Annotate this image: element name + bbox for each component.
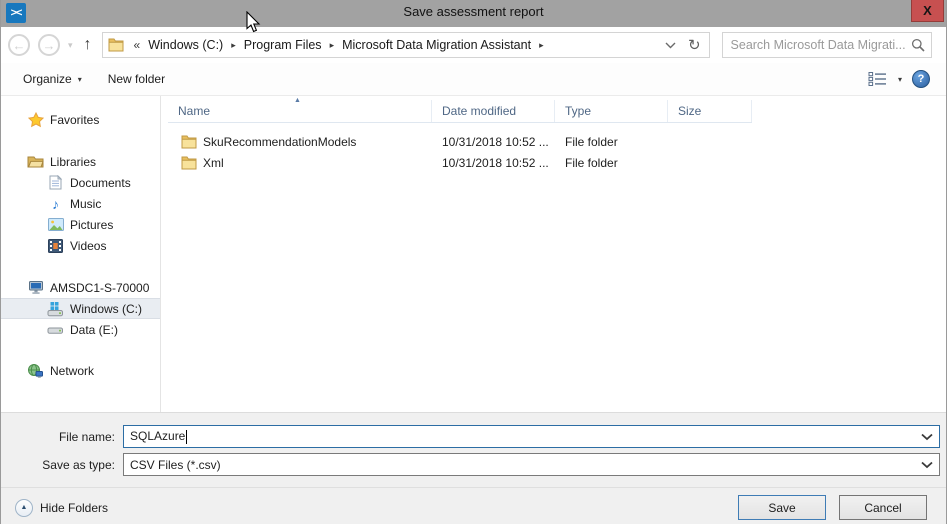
drive-icon (47, 322, 64, 338)
sidebar-item-computer[interactable]: AMSDC1-S-70000 (1, 277, 160, 298)
file-list: ▲ Name Date modified Type Size SkuRecomm… (161, 96, 946, 412)
sidebar-item-videos[interactable]: Videos (1, 235, 160, 256)
breadcrumb-separator-icon[interactable]: ▸ (326, 40, 339, 51)
file-type: File folder (565, 155, 618, 170)
save-button[interactable]: Save (738, 495, 826, 520)
search-placeholder: Search Microsoft Data Migrati... (730, 38, 906, 52)
up-button[interactable]: ↑ (84, 36, 92, 54)
sort-ascending-icon: ▲ (294, 97, 301, 104)
new-folder-button[interactable]: New folder (102, 68, 171, 90)
sidebar-item-music[interactable]: ♪ Music (1, 193, 160, 214)
column-header-date-modified[interactable]: Date modified (432, 100, 555, 122)
breadcrumb-separator-icon[interactable]: ▸ (535, 40, 548, 51)
sidebar-label: Documents (70, 175, 131, 190)
save-as-type-value: CSV Files (*.csv) (130, 457, 221, 472)
breadcrumb-separator-icon[interactable]: ▸ (227, 40, 240, 51)
sidebar-label: Data (E:) (70, 322, 119, 337)
address-bar[interactable]: « Windows (C:) ▸ Program Files ▸ Microso… (101, 32, 710, 58)
organize-caret-icon: ▾ (77, 74, 82, 84)
sidebar-item-documents[interactable]: Documents (1, 172, 160, 193)
view-options-caret-icon[interactable]: ▾ (898, 75, 902, 84)
file-name: Xml (203, 155, 224, 170)
breadcrumb-overflow[interactable]: « (134, 38, 141, 52)
music-note-icon: ♪ (52, 195, 59, 212)
breadcrumb-item-windows-c[interactable]: Windows (C:) (144, 38, 227, 52)
sidebar-label: Pictures (70, 217, 114, 232)
save-as-type-dropdown-icon[interactable] (921, 458, 933, 472)
new-folder-label: New folder (107, 72, 166, 86)
folder-icon (181, 135, 197, 148)
navigation-pane: Favorites Libraries Documents ♪ Music Pi… (1, 96, 161, 412)
navigation-bar: ← → ▾ ↑ « Windows (C:) ▸ Program Files ▸… (1, 27, 946, 63)
help-icon[interactable]: ? (912, 70, 930, 88)
sidebar-label: Network (50, 363, 95, 378)
dialog-title: Save assessment report (403, 4, 544, 19)
file-name-input[interactable]: SQLAzure (123, 425, 940, 448)
column-header-type[interactable]: Type (555, 100, 668, 122)
sidebar-item-network[interactable]: Network (1, 360, 160, 381)
organize-label: Organize (23, 72, 72, 86)
sidebar-label: Music (70, 196, 102, 211)
file-type: File folder (565, 134, 618, 149)
sidebar-label: Videos (70, 238, 107, 253)
sidebar-item-data-e[interactable]: Data (E:) (1, 319, 160, 340)
sidebar-label: AMSDC1-S-70000 (50, 280, 150, 295)
video-icon (47, 238, 64, 254)
address-dropdown-icon[interactable] (665, 38, 676, 52)
sidebar-item-libraries[interactable]: Libraries (1, 151, 160, 172)
picture-icon (47, 217, 64, 233)
breadcrumb-item-program-files[interactable]: Program Files (240, 38, 326, 52)
main-area: Favorites Libraries Documents ♪ Music Pi… (1, 96, 946, 412)
folder-icon (108, 38, 124, 52)
footer-bar: ▲ Hide Folders Save Cancel (1, 487, 946, 520)
text-caret (186, 429, 188, 444)
sidebar-item-pictures[interactable]: Pictures (1, 214, 160, 235)
command-bar: Organize ▾ New folder ▾ ? (1, 63, 946, 96)
hide-folders-button[interactable]: ▲ Hide Folders (15, 498, 109, 517)
search-input[interactable]: Search Microsoft Data Migrati... (721, 32, 932, 58)
document-icon (47, 175, 64, 191)
list-header: ▲ Name Date modified Type Size (168, 97, 752, 123)
breadcrumb-item-dma[interactable]: Microsoft Data Migration Assistant (338, 38, 535, 52)
back-button[interactable]: ← (8, 34, 30, 56)
file-name-value: SQLAzure (130, 429, 186, 444)
table-row[interactable]: SkuRecommendationModels 10/31/2018 10:52… (168, 131, 946, 152)
file-date-modified: 10/31/2018 10:52 ... (442, 155, 549, 170)
libraries-icon (27, 154, 44, 170)
sidebar-label: Libraries (50, 154, 97, 169)
sidebar-item-windows-c[interactable]: Windows (C:) (1, 298, 160, 319)
column-header-size[interactable]: Size (668, 100, 752, 122)
save-as-type-label: Save as type: (42, 457, 115, 472)
view-options-icon[interactable] (868, 71, 888, 87)
collapse-icon: ▲ (15, 498, 33, 517)
close-button[interactable]: X (911, 0, 944, 22)
bottom-panel: File name: SQLAzure Save as type: CSV Fi… (1, 412, 946, 524)
sidebar-item-favorites[interactable]: Favorites (1, 109, 160, 130)
network-icon (27, 363, 44, 379)
computer-icon (27, 280, 44, 296)
organize-button[interactable]: Organize ▾ (17, 68, 88, 90)
folder-icon (181, 156, 197, 169)
cancel-button[interactable]: Cancel (839, 495, 927, 520)
table-row[interactable]: Xml 10/31/2018 10:52 ... File folder (168, 152, 946, 173)
sidebar-label: Windows (C:) (70, 301, 143, 316)
windows-drive-icon (47, 301, 64, 317)
file-name-label: File name: (58, 429, 115, 444)
file-name: SkuRecommendationModels (203, 134, 357, 149)
recent-locations-caret-icon[interactable]: ▾ (68, 40, 73, 51)
sidebar-label: Favorites (50, 112, 100, 127)
title-bar: >< Save assessment report X (1, 0, 946, 27)
forward-button[interactable]: → (38, 34, 60, 56)
file-name-dropdown-icon[interactable] (921, 430, 933, 444)
hide-folders-label: Hide Folders (40, 500, 109, 515)
save-as-type-select[interactable]: CSV Files (*.csv) (123, 453, 940, 476)
save-dialog-window: >< Save assessment report X ← → ▾ ↑ « Wi… (0, 0, 947, 524)
search-icon[interactable] (911, 38, 925, 52)
star-icon (27, 111, 44, 128)
file-date-modified: 10/31/2018 10:52 ... (442, 134, 549, 149)
refresh-icon[interactable]: ↻ (688, 36, 701, 54)
